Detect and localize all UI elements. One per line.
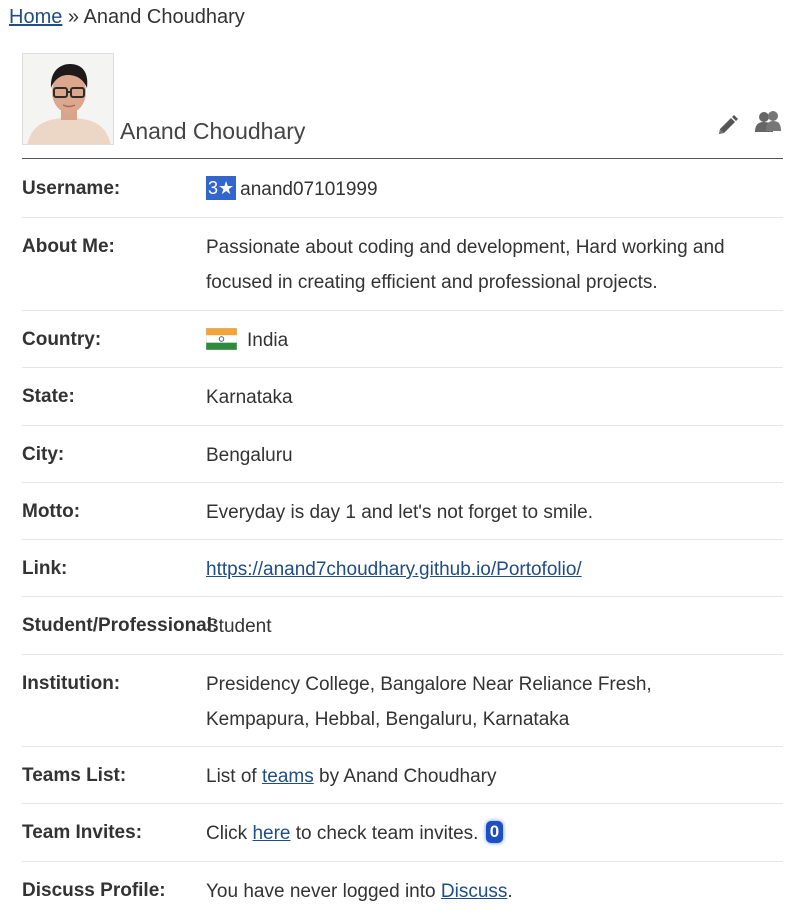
teams-prefix: List of [206, 766, 257, 787]
users-icon[interactable] [753, 108, 783, 136]
star-rating-badge: 3★ [206, 175, 237, 200]
breadcrumb-home-link[interactable]: Home [9, 6, 62, 28]
discuss-value: You have never logged into Discuss. [206, 874, 783, 909]
institution-label: Institution: [22, 673, 121, 694]
invites-value: Click here to check team invites. 0 [206, 816, 783, 851]
country-label: Country: [22, 329, 102, 350]
detail-row-country: Country: India [22, 311, 783, 368]
india-flag-icon [206, 327, 237, 350]
teams-suffix: by Anand Choudhary [319, 766, 497, 787]
detail-row-teams: Teams List: List of teams by Anand Choud… [22, 747, 783, 804]
link-value-cell: https://anand7choudhary.github.io/Portof… [206, 552, 783, 587]
invites-prefix: Click [206, 823, 248, 844]
detail-row-invites: Team Invites: Click here to check team i… [22, 804, 783, 862]
invites-label: Team Invites: [22, 822, 143, 843]
detail-row-state: State: Karnataka [22, 368, 783, 426]
invites-suffix: to check team invites. [295, 823, 479, 844]
detail-row-about: About Me: Passionate about coding and de… [22, 218, 783, 311]
detail-row-institution: Institution: Presidency College, Bangalo… [22, 655, 783, 747]
institution-line-1: Presidency College, Bangalore Near Relia… [206, 674, 652, 695]
username-value: anand07101999 [240, 179, 378, 200]
city-value: Bengaluru [206, 445, 293, 466]
invite-count-badge[interactable]: 0 [485, 820, 504, 843]
breadcrumb-separator: » [67, 6, 80, 28]
detail-row-username: Username: 3★ anand07101999 [22, 160, 783, 218]
teams-label: Teams List: [22, 765, 127, 786]
invites-here-link[interactable]: here [252, 823, 290, 844]
breadcrumb: Home » Anand Choudhary [9, 6, 245, 29]
state-label: State: [22, 386, 75, 407]
state-value: Karnataka [206, 387, 293, 408]
profile-avatar [22, 53, 114, 145]
discuss-link[interactable]: Discuss [441, 881, 508, 902]
institution-value: Presidency College, Bangalore Near Relia… [206, 667, 783, 737]
detail-row-student: Student/Professional: Student [22, 597, 783, 655]
about-value: Passionate about coding and development,… [206, 230, 783, 300]
student-value: Student [206, 616, 272, 637]
motto-label: Motto: [22, 501, 81, 522]
about-line-1: Passionate about coding and development,… [206, 237, 725, 258]
motto-value: Everyday is day 1 and let's not forget t… [206, 502, 593, 523]
pencil-icon[interactable] [716, 112, 740, 136]
portfolio-link[interactable]: https://anand7choudhary.github.io/Portof… [206, 559, 582, 580]
discuss-prefix: You have never logged into [206, 881, 436, 902]
detail-row-motto: Motto: Everyday is day 1 and let's not f… [22, 483, 783, 540]
teams-value: List of teams by Anand Choudhary [206, 759, 783, 794]
username-label: Username: [22, 178, 121, 199]
discuss-label: Discuss Profile: [22, 880, 166, 901]
detail-row-city: City: Bengaluru [22, 426, 783, 483]
country-value-cell: India [206, 323, 783, 358]
about-line-2: focused in creating efficient and profes… [206, 272, 658, 293]
city-label: City: [22, 444, 65, 465]
teams-link[interactable]: teams [262, 766, 314, 787]
student-label: Student/Professional: [22, 615, 219, 636]
profile-details: Username: 3★ anand07101999 About Me: Pass… [22, 160, 783, 919]
about-label: About Me: [22, 236, 115, 257]
institution-line-2: Kempapura, Hebbal, Bengaluru, Karnataka [206, 709, 570, 730]
discuss-suffix: . [507, 881, 513, 902]
link-label: Link: [22, 558, 68, 579]
profile-name: Anand Choudhary [120, 118, 306, 144]
detail-row-link: Link: https://anand7choudhary.github.io/… [22, 540, 783, 597]
username-value-cell: 3★ anand07101999 [206, 172, 783, 207]
country-value: India [247, 330, 289, 351]
detail-row-discuss: Discuss Profile: You have never logged i… [22, 862, 783, 919]
profile-photo [23, 54, 113, 144]
header-divider [22, 158, 783, 159]
breadcrumb-current: Anand Choudhary [83, 6, 245, 28]
